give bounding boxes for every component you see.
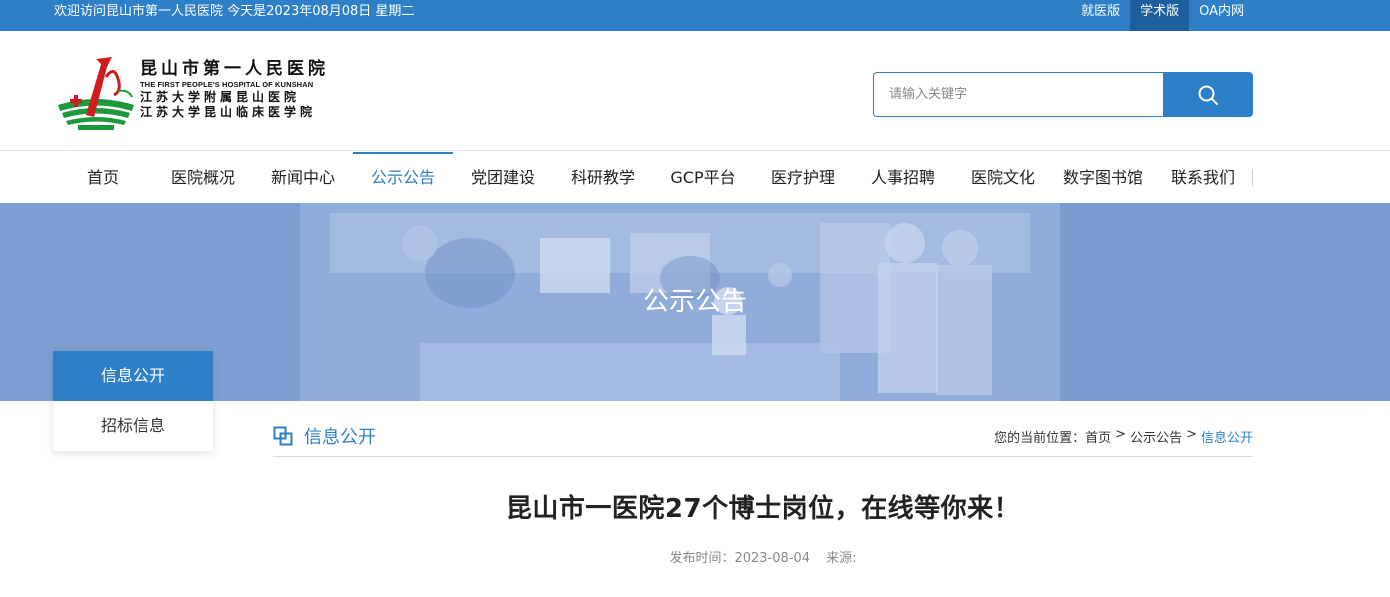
hospital-logo[interactable]: 昆山市第一人民医院 THE FIRST PEOPLE'S HOSPITAL OF… (56, 55, 356, 131)
nav-divider (1252, 169, 1253, 186)
section-title: 信息公开 (273, 423, 376, 449)
nav-item-gcp[interactable]: GCP平台 (653, 152, 753, 203)
article-source: 来源: (826, 551, 857, 566)
nav-item-medical-care[interactable]: 医疗护理 (753, 152, 853, 203)
nav-item-announcements[interactable]: 公示公告 (353, 152, 453, 203)
search-button[interactable] (1163, 72, 1253, 117)
nav-item-library[interactable]: 数字图书馆 (1053, 152, 1153, 203)
search-box (873, 72, 1253, 117)
side-menu-item-tender-info[interactable]: 招标信息 (53, 401, 213, 451)
affiliation-line-2: 江苏大学昆山临床医学院 (140, 105, 317, 119)
nav-item-contact[interactable]: 联系我们 (1153, 152, 1253, 203)
breadcrumb-prefix: 您的当前位置： (994, 431, 1086, 446)
link-patient-version[interactable]: 就医版 (1071, 0, 1130, 31)
link-academic-version[interactable]: 学术版 (1130, 0, 1190, 31)
side-menu-item-info-disclosure[interactable]: 信息公开 (53, 351, 213, 401)
version-links: 就医版 学术版 OA内网 (1071, 0, 1254, 31)
nav-item-culture[interactable]: 医院文化 (953, 152, 1053, 203)
publish-date: 发布时间：2023-08-04 (669, 551, 811, 566)
nav-item-recruitment[interactable]: 人事招聘 (853, 152, 953, 203)
top-bar: 欢迎访问昆山市第一人民医院 今天是2023年08月08日 星期二 就医版 学术版… (0, 0, 1390, 31)
nav-item-news[interactable]: 新闻中心 (253, 152, 353, 203)
article-title: 昆山市一医院27个博士岗位，在线等你来！ (505, 494, 1021, 524)
nav-item-about[interactable]: 医院概况 (153, 152, 253, 203)
hospital-name-block: 昆山市第一人民医院 THE FIRST PEOPLE'S HOSPITAL OF… (140, 59, 356, 120)
search-icon (1198, 85, 1218, 105)
nav-item-home[interactable]: 首页 (53, 152, 153, 203)
hospital-name-cn: 昆山市第一人民医院 (140, 59, 329, 79)
hospital-name-en: THE FIRST PEOPLE'S HOSPITAL OF KUNSHAN (140, 80, 314, 89)
hospital-emblem-icon (58, 57, 134, 130)
site-header: 昆山市第一人民医院 THE FIRST PEOPLE'S HOSPITAL OF… (0, 31, 1390, 151)
affiliation-line-1: 江苏大学附属昆山医院 (140, 90, 301, 104)
main-nav: 首页 医院概况 新闻中心 公示公告 党团建设 科研教学 GCP平台 医疗护理 人… (0, 152, 1390, 203)
nav-item-party[interactable]: 党团建设 (453, 152, 553, 203)
nav-item-research[interactable]: 科研教学 (553, 152, 653, 203)
link-oa-intranet[interactable]: OA内网 (1189, 0, 1254, 31)
section-copy-icon (273, 426, 293, 446)
welcome-text: 欢迎访问昆山市第一人民医院 今天是2023年08月08日 星期二 (54, 4, 415, 19)
article-meta: 发布时间：2023-08-04 来源: (273, 547, 1253, 566)
breadcrumb-announcements[interactable]: 公示公告 (1130, 427, 1182, 446)
breadcrumb-home[interactable]: 首页 (1085, 427, 1111, 446)
section-title-text: 信息公开 (304, 427, 376, 448)
breadcrumb-separator: > (1186, 427, 1197, 442)
side-menu: 信息公开 招标信息 (53, 351, 213, 451)
search-input[interactable] (873, 72, 1163, 117)
breadcrumb-separator: > (1115, 427, 1127, 442)
breadcrumb-current[interactable]: 信息公开 (1201, 427, 1253, 446)
content-header: 信息公开 您的当前位置： 首页 > 公示公告 > 信息公开 (273, 415, 1253, 457)
breadcrumb: 您的当前位置： 首页 > 公示公告 > 信息公开 (994, 427, 1253, 446)
